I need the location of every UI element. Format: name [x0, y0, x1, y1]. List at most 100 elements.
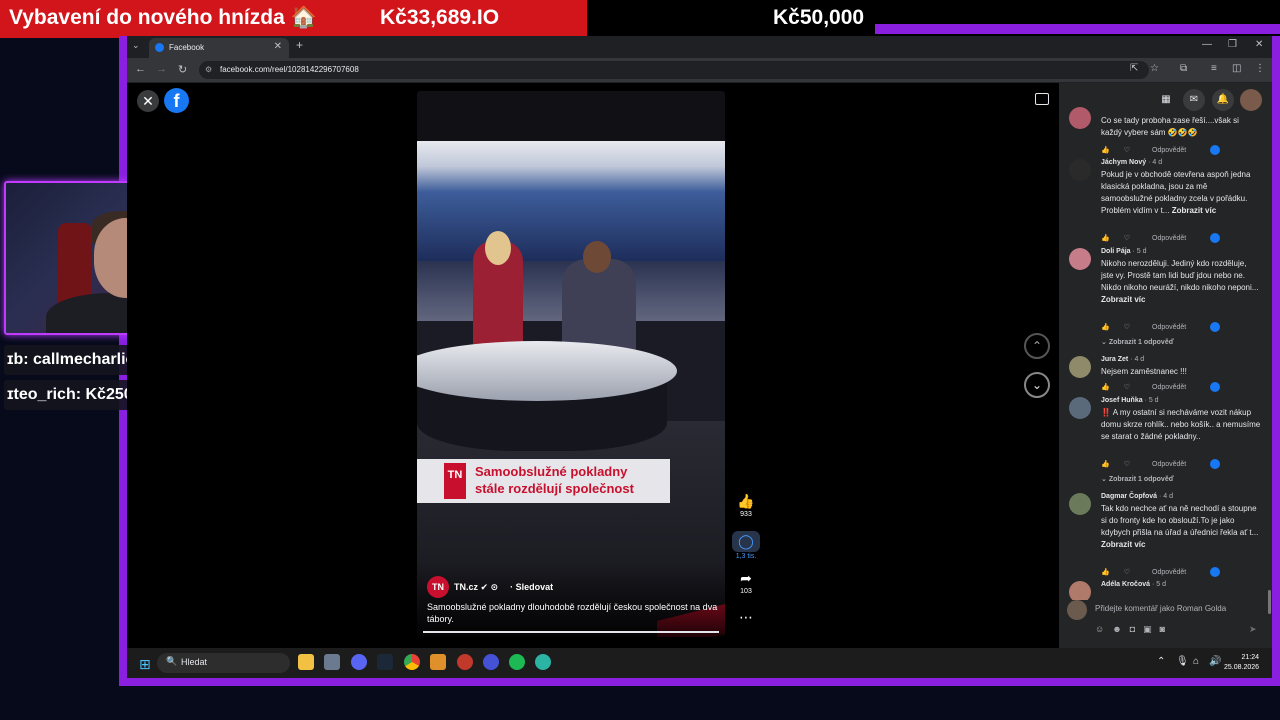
address-bar[interactable]: ⚙ facebook.com/reel/1028142296707608: [199, 61, 1149, 79]
reply-link[interactable]: Odpovědět: [1152, 569, 1186, 576]
author-avatar[interactable]: TN: [427, 576, 449, 598]
like-count: 933: [740, 511, 752, 518]
forward-icon[interactable]: →: [156, 63, 167, 75]
messenger-icon[interactable]: ✉: [1183, 89, 1205, 111]
reload-icon[interactable]: ↻: [178, 63, 187, 76]
follow-button[interactable]: · Sledovat: [510, 582, 553, 592]
new-tab-icon[interactable]: +: [296, 38, 303, 52]
comment-react-icon[interactable]: ♡: [1124, 461, 1130, 468]
taskbar-clock[interactable]: 21:24 25.08.2026: [1224, 653, 1259, 673]
view-replies-link[interactable]: ⌄ Zobrazit 1 odpověď: [1101, 338, 1174, 346]
comment-like-icon[interactable]: 👍: [1101, 569, 1110, 576]
previous-reel-button[interactable]: ⌃: [1024, 333, 1050, 359]
comment-composer: Přidejte komentář jako Roman Golda ☺☻◘▣◙…: [1067, 600, 1267, 640]
donation-current-amount: Kč33,689.IO: [380, 6, 500, 29]
app-icon-2[interactable]: [457, 654, 473, 670]
more-options-button[interactable]: ⋯: [732, 609, 760, 626]
sticker-icon[interactable]: ☺: [1095, 624, 1112, 634]
comment-avatar[interactable]: [1069, 248, 1091, 270]
comment-avatar[interactable]: [1069, 107, 1091, 129]
minimize-icon[interactable]: —: [1202, 39, 1212, 50]
reply-link[interactable]: Odpovědět: [1152, 324, 1186, 331]
media-icon[interactable]: ≡: [1211, 63, 1217, 74]
comment-author[interactable]: Dagmar Čopfová · 4 d: [1101, 493, 1173, 500]
extensions-icon[interactable]: ⧉: [1180, 63, 1187, 74]
emoji-icon[interactable]: ☻: [1112, 624, 1129, 634]
bookmark-star-icon[interactable]: ☆: [1150, 63, 1159, 74]
comment-author[interactable]: Adéla Kročová · 5 d: [1101, 581, 1166, 588]
reply-link[interactable]: Odpovědět: [1152, 461, 1186, 468]
windows-start-icon[interactable]: ⊞: [139, 656, 151, 673]
tab-close-icon[interactable]: ✕: [274, 41, 282, 52]
reply-link[interactable]: Odpovědět: [1152, 384, 1186, 391]
task-manager-icon[interactable]: [324, 654, 340, 670]
discord-icon[interactable]: [351, 654, 367, 670]
reply-link[interactable]: Odpovědět: [1152, 235, 1186, 242]
share-button[interactable]: ➦ 103: [732, 570, 760, 595]
profile-avatar[interactable]: [1240, 89, 1262, 111]
restore-icon[interactable]: ❐: [1228, 39, 1237, 50]
tab-facebook[interactable]: Facebook ✕: [149, 38, 289, 58]
comment-author[interactable]: Jura Zet · 4 d: [1101, 356, 1144, 363]
avatar-sticker-icon[interactable]: ◙: [1160, 624, 1173, 634]
comment-like-icon[interactable]: 👍: [1101, 324, 1110, 331]
profile-extension-icon[interactable]: ◫: [1232, 63, 1241, 74]
comment-like-icon[interactable]: 👍: [1101, 461, 1110, 468]
comment-input[interactable]: Přidejte komentář jako Roman Golda: [1095, 604, 1226, 613]
site-info-icon[interactable]: ⚙: [205, 65, 212, 74]
comment-author[interactable]: Doli Pája · 5 d: [1101, 248, 1147, 255]
reel-video[interactable]: TN Samoobslužné pokladny stále rozdělují…: [417, 91, 725, 637]
comment-like-icon[interactable]: 👍: [1101, 147, 1110, 154]
show-more-link[interactable]: Zobrazit víc: [1101, 295, 1145, 304]
browser-menu-icon[interactable]: ⋮: [1255, 63, 1265, 74]
chrome-icon[interactable]: [404, 654, 420, 670]
video-progress-bar[interactable]: [423, 631, 719, 633]
comment-avatar[interactable]: [1069, 356, 1091, 378]
author-name[interactable]: TN.cz ✔ ⊙: [454, 582, 498, 593]
tab-list-icon[interactable]: ⌄: [132, 40, 140, 51]
toggle-layout-icon[interactable]: [1035, 93, 1049, 105]
comment-avatar[interactable]: [1069, 493, 1091, 515]
edge-icon[interactable]: [535, 654, 551, 670]
tab-bar: ⌄ Facebook ✕ + — ❐ ✕: [127, 36, 1272, 58]
facebook-logo-icon[interactable]: f: [164, 88, 189, 113]
volume-icon[interactable]: 🔊: [1209, 656, 1221, 667]
show-more-link[interactable]: Zobrazit víc: [1101, 540, 1145, 549]
proton-vpn-icon[interactable]: [483, 654, 499, 670]
gif-icon[interactable]: ▣: [1143, 624, 1160, 634]
close-reel-icon[interactable]: ✕: [137, 90, 159, 112]
network-icon[interactable]: ⌂: [1193, 656, 1199, 667]
comment-react-icon[interactable]: ♡: [1124, 147, 1130, 154]
steam-icon[interactable]: [377, 654, 393, 670]
apps-grid-icon[interactable]: ▦: [1155, 89, 1177, 111]
file-explorer-icon[interactable]: [298, 654, 314, 670]
comment-author[interactable]: Josef Huňka · 5 d: [1101, 397, 1159, 404]
comment-avatar[interactable]: [1069, 159, 1091, 181]
comment-react-icon[interactable]: ♡: [1124, 384, 1130, 391]
comment-react-icon[interactable]: ♡: [1124, 324, 1130, 331]
reply-link[interactable]: Odpovědět: [1152, 147, 1186, 154]
comment-react-icon[interactable]: ♡: [1124, 235, 1130, 242]
comment-like-icon[interactable]: 👍: [1101, 235, 1110, 242]
comment-react-icon[interactable]: ♡: [1124, 569, 1130, 576]
camera-icon[interactable]: ◘: [1130, 624, 1143, 634]
comment-button[interactable]: ◯ 1,3 tis.: [732, 531, 760, 560]
taskbar-search[interactable]: 🔍 Hledat: [157, 653, 290, 673]
tray-chevron-icon[interactable]: ⌃: [1157, 656, 1165, 667]
next-reel-button[interactable]: ⌄: [1024, 372, 1050, 398]
show-more-link[interactable]: Zobrazit víc: [1172, 206, 1216, 215]
like-button[interactable]: 👍 933: [732, 493, 760, 518]
microphone-icon[interactable]: 🎙: [1176, 656, 1189, 667]
comment-avatar[interactable]: [1069, 397, 1091, 419]
view-replies-link[interactable]: ⌄ Zobrazit 1 odpověď: [1101, 475, 1174, 483]
comment-author[interactable]: Jáchym Nový · 4 d: [1101, 159, 1162, 166]
notifications-icon[interactable]: 🔔: [1212, 89, 1234, 111]
app-icon[interactable]: [430, 654, 446, 670]
window-close-icon[interactable]: ✕: [1255, 39, 1263, 50]
comments-scrollbar[interactable]: [1268, 590, 1271, 614]
comment-like-icon[interactable]: 👍: [1101, 384, 1110, 391]
send-icon[interactable]: ➤: [1249, 624, 1257, 635]
install-app-icon[interactable]: ⇱: [1130, 63, 1138, 74]
back-icon[interactable]: ←: [135, 63, 146, 75]
spotify-icon[interactable]: [509, 654, 525, 670]
